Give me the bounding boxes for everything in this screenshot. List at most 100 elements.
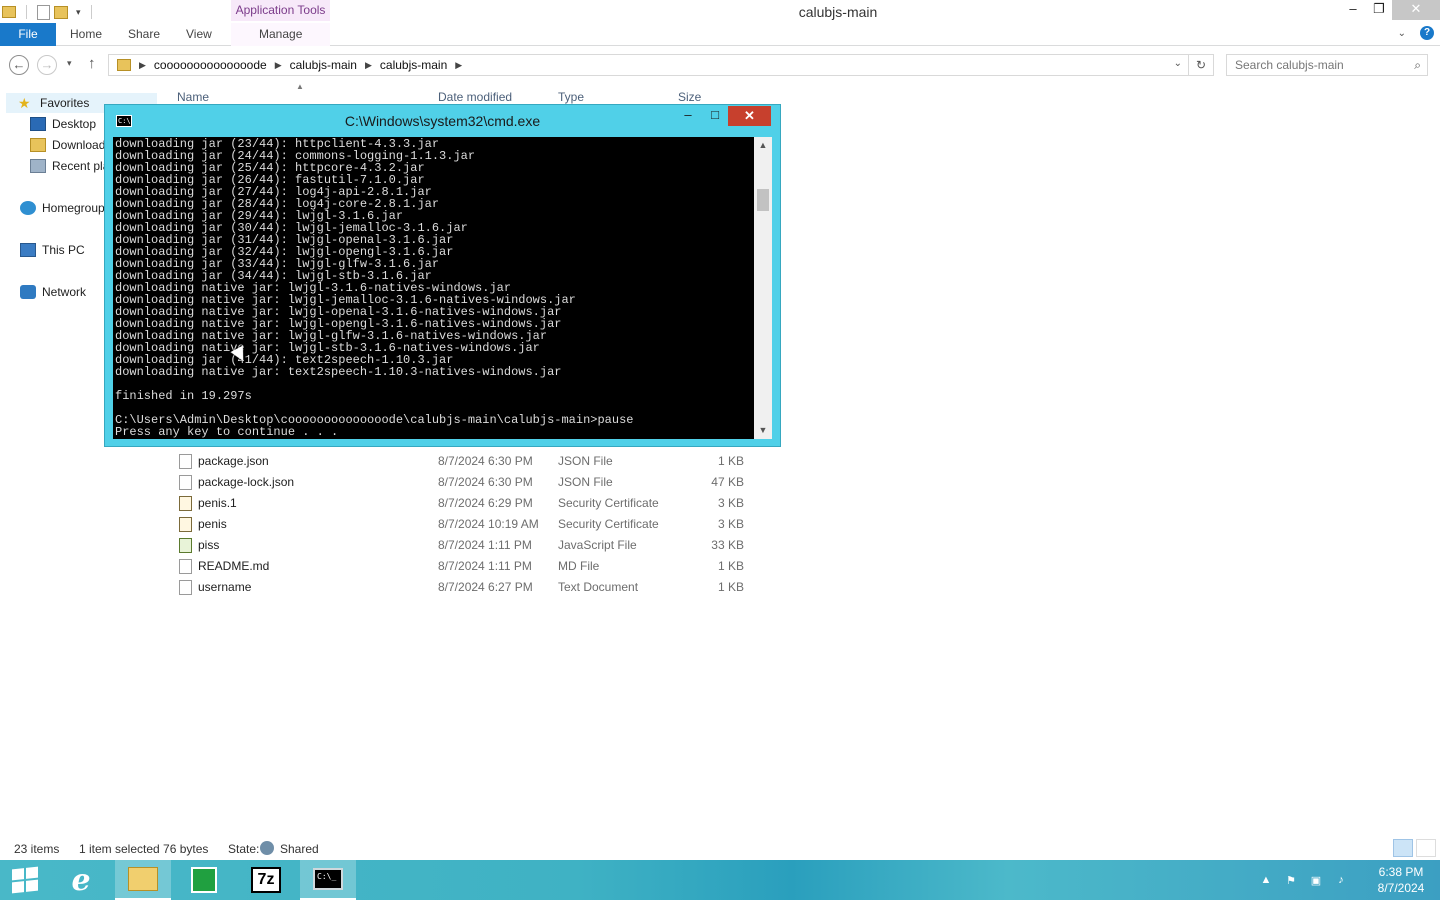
nav-item-network[interactable]: Network xyxy=(20,282,110,302)
column-header-name[interactable]: Name xyxy=(177,90,209,104)
address-history-chevron-icon[interactable]: ⌄ xyxy=(1174,58,1182,69)
back-button[interactable]: ← xyxy=(9,55,29,75)
scroll-thumb[interactable] xyxy=(757,189,769,211)
file-row[interactable]: username 8/7/2024 6:27 PM Text Document … xyxy=(176,577,748,598)
nav-item-label: Recent places xyxy=(52,159,104,173)
help-icon[interactable]: ? xyxy=(1420,26,1434,40)
large-icons-view-button[interactable] xyxy=(1416,839,1436,857)
search-input[interactable]: Search calubjs-main ⌕ xyxy=(1226,54,1428,76)
certificate-icon xyxy=(179,517,192,532)
file-name: README.md xyxy=(198,559,270,573)
recent-places-icon xyxy=(30,159,46,173)
cmd-maximize-button[interactable]: □ xyxy=(702,107,728,125)
file-row[interactable]: penis.1 8/7/2024 6:29 PM Security Certif… xyxy=(176,493,748,514)
nav-item-downloads[interactable]: Downloads xyxy=(30,135,104,155)
cmd-minimize-button[interactable]: – xyxy=(675,107,701,125)
file-date: 8/7/2024 1:11 PM xyxy=(438,559,532,573)
cmd-title-bar[interactable]: C:\ C:\Windows\system32\cmd.exe – □ ✕ xyxy=(105,105,780,136)
file-size: 1 KB xyxy=(717,580,744,594)
tab-manage[interactable]: Manage xyxy=(259,27,302,41)
file-date: 8/7/2024 6:29 PM xyxy=(438,496,533,510)
close-button[interactable]: ✕ xyxy=(1392,0,1440,20)
breadcrumb-chevron-icon[interactable]: ▶ xyxy=(139,60,146,71)
up-arrow-icon[interactable]: ↑ xyxy=(88,55,96,72)
expand-ribbon-chevron-icon[interactable]: ⌄ xyxy=(1398,28,1406,39)
nav-item-label: Network xyxy=(42,285,87,299)
status-item-count: 23 items xyxy=(14,842,60,856)
file-type: Security Certificate xyxy=(558,496,659,510)
address-bar-row: ← → ▾ ↑ ▶ coooooooooooooode ▶ calubjs-ma… xyxy=(0,50,1440,80)
refresh-icon: ↻ xyxy=(1195,58,1207,72)
windows-logo-icon xyxy=(12,866,38,894)
nav-item-label: Desktop xyxy=(52,117,97,131)
file-row[interactable]: penis 8/7/2024 10:19 AM Security Certifi… xyxy=(176,514,748,535)
minimize-button[interactable]: – xyxy=(1340,0,1366,20)
breadcrumb-item[interactable]: calubjs-main xyxy=(290,58,357,72)
shared-users-icon xyxy=(260,841,274,855)
taskbar-app-store[interactable] xyxy=(178,860,230,900)
breadcrumb-chevron-icon[interactable]: ▶ xyxy=(455,60,462,71)
start-button[interactable] xyxy=(0,860,50,900)
file-date: 8/7/2024 6:27 PM xyxy=(438,580,533,594)
file-type: JavaScript File xyxy=(558,538,637,552)
address-box[interactable]: ▶ coooooooooooooode ▶ calubjs-main ▶ cal… xyxy=(108,54,1189,76)
file-row[interactable]: README.md 8/7/2024 1:11 PM MD File 1 KB xyxy=(176,556,748,577)
status-bar: 23 items 1 item selected 76 bytes State:… xyxy=(0,838,1440,860)
forward-arrow-icon: → xyxy=(40,57,54,72)
nav-item-recent-places[interactable]: Recent places xyxy=(30,156,104,176)
taskbar: e 7z C:\_ ▲ ⚑ ▣ ♪ 6:38 PM 8/7/2024 xyxy=(0,860,1440,900)
console-scrollbar[interactable]: ▲ ▼ xyxy=(754,137,772,439)
status-selection: 1 item selected 76 bytes xyxy=(79,842,209,856)
scroll-up-icon[interactable]: ▲ xyxy=(754,137,772,154)
search-icon[interactable]: ⌕ xyxy=(1414,55,1421,75)
column-header-date-modified[interactable]: Date modified xyxy=(438,90,512,104)
sort-ascending-icon: ▲ xyxy=(296,82,304,91)
column-header-size[interactable]: Size xyxy=(678,90,701,104)
taskbar-app-file-explorer[interactable] xyxy=(115,860,171,900)
file-name: penis xyxy=(198,517,227,531)
refresh-button[interactable]: ↻ xyxy=(1189,54,1214,76)
star-icon: ★ xyxy=(18,94,31,111)
file-size: 3 KB xyxy=(717,517,744,531)
scroll-down-icon[interactable]: ▼ xyxy=(754,422,772,439)
console-output[interactable]: downloading jar (23/44): httpclient-4.3.… xyxy=(113,137,754,439)
file-row[interactable]: piss 8/7/2024 1:11 PM JavaScript File 33… xyxy=(176,535,748,556)
file-name: username xyxy=(198,580,252,594)
window-title: calubjs-main xyxy=(798,4,878,20)
file-row[interactable]: package.json 8/7/2024 6:30 PM JSON File … xyxy=(176,451,748,472)
system-tray: ▲ ⚑ ▣ ♪ 6:38 PM 8/7/2024 xyxy=(1258,860,1440,900)
file-icon xyxy=(179,559,192,574)
file-row[interactable]: package-lock.json 8/7/2024 6:30 PM JSON … xyxy=(176,472,748,493)
details-view-button[interactable] xyxy=(1393,839,1413,857)
clock[interactable]: 6:38 PM 8/7/2024 xyxy=(1366,864,1436,896)
show-hidden-icons-icon[interactable]: ▲ xyxy=(1258,874,1274,886)
tab-home[interactable]: Home xyxy=(70,27,102,41)
breadcrumb-chevron-icon[interactable]: ▶ xyxy=(275,60,282,71)
tab-share[interactable]: Share xyxy=(128,27,160,41)
nav-item-homegroup[interactable]: Homegroup xyxy=(20,198,104,218)
forward-button[interactable]: → xyxy=(37,55,57,75)
file-type: MD File xyxy=(558,559,600,573)
cmd-window[interactable]: C:\ C:\Windows\system32\cmd.exe – □ ✕ do… xyxy=(104,104,781,447)
taskbar-app-internet-explorer[interactable]: e xyxy=(55,860,107,900)
tab-file[interactable]: File xyxy=(0,23,56,46)
cmd-close-button[interactable]: ✕ xyxy=(728,106,771,126)
action-center-flag-icon[interactable]: ⚑ xyxy=(1283,874,1299,887)
file-date: 8/7/2024 1:11 PM xyxy=(438,538,532,552)
tab-view[interactable]: View xyxy=(186,27,212,41)
breadcrumb-chevron-icon[interactable]: ▶ xyxy=(365,60,372,71)
restore-button[interactable]: ❐ xyxy=(1366,0,1392,20)
file-icon xyxy=(179,454,192,469)
breadcrumb-item[interactable]: coooooooooooooode xyxy=(154,58,267,72)
recent-locations-chevron-icon[interactable]: ▾ xyxy=(67,58,72,69)
breadcrumb-item[interactable]: calubjs-main xyxy=(380,58,447,72)
volume-muted-icon[interactable]: ♪ xyxy=(1333,874,1349,886)
ribbon-right-controls: ⌄ ? xyxy=(1398,26,1434,40)
file-name: package.json xyxy=(198,454,269,468)
column-header-type[interactable]: Type xyxy=(558,90,584,104)
network-status-icon[interactable]: ▣ xyxy=(1308,874,1324,887)
nav-item-this-pc[interactable]: This PC xyxy=(20,240,110,260)
taskbar-app-cmd[interactable]: C:\_ xyxy=(300,860,356,900)
taskbar-app-7zip[interactable]: 7z xyxy=(240,860,292,900)
7zip-icon: 7z xyxy=(251,867,281,893)
